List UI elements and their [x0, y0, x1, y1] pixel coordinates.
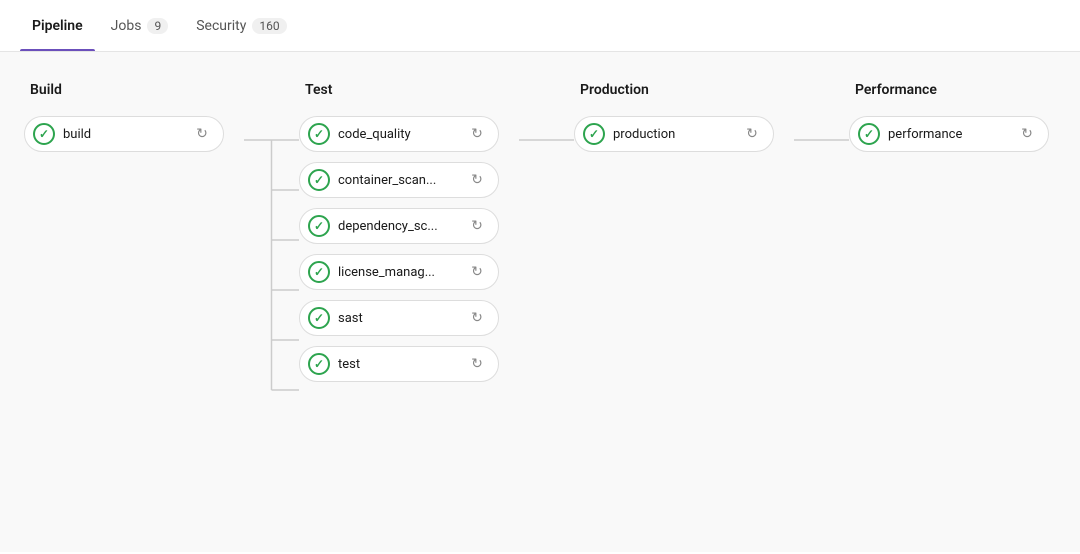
stage-performance: Performance performance ↻	[849, 82, 1069, 162]
connector-svg-build	[244, 82, 299, 430]
job-pill-sast-job[interactable]: sast ↻	[299, 300, 499, 336]
connector-test	[519, 82, 574, 430]
stages-container: Buildbuild↻Testcode_quality↻container_sc…	[24, 82, 1069, 430]
pipeline-canvas: Buildbuild↻Testcode_quality↻container_sc…	[0, 52, 1080, 552]
job-name-container-scan-job: container_scan...	[338, 173, 460, 188]
retry-icon-sast-job[interactable]: ↻	[468, 309, 486, 327]
check-icon-performance-job	[858, 123, 880, 145]
job-pill-license-manag-job[interactable]: license_manag... ↻	[299, 254, 499, 290]
stage-title-performance: Performance	[849, 82, 1069, 98]
check-icon-code-quality-job	[308, 123, 330, 145]
job-name-test-job: test	[338, 357, 460, 372]
tab-security[interactable]: Security 160	[184, 0, 298, 51]
job-pill-build-job[interactable]: build ↻	[24, 116, 224, 152]
job-pill-code-quality-job[interactable]: code_quality ↻	[299, 116, 499, 152]
nav-tabs: Pipeline Jobs 9 Security 160	[0, 0, 1080, 52]
check-icon-sast-job	[308, 307, 330, 329]
retry-icon-production-job[interactable]: ↻	[743, 125, 761, 143]
tab-pipeline[interactable]: Pipeline	[20, 0, 95, 51]
retry-icon-code-quality-job[interactable]: ↻	[468, 125, 486, 143]
check-icon-container-scan-job	[308, 169, 330, 191]
check-icon-dependency-sc-job	[308, 215, 330, 237]
job-name-license-manag-job: license_manag...	[338, 265, 460, 280]
security-badge: 160	[252, 18, 286, 34]
job-name-dependency-sc-job: dependency_sc...	[338, 219, 460, 234]
retry-icon-test-job[interactable]: ↻	[468, 355, 486, 373]
connector-build	[244, 82, 299, 430]
connector-production	[794, 82, 849, 180]
job-pill-production-job[interactable]: production ↻	[574, 116, 774, 152]
pipeline-stages: Buildbuild↻Testcode_quality↻container_sc…	[24, 82, 1056, 430]
retry-icon-container-scan-job[interactable]: ↻	[468, 171, 486, 189]
stage-title-build: Build	[24, 82, 244, 98]
stage-test: Testcode_quality↻container_scan...↻depen…	[299, 82, 519, 392]
check-icon-build-job	[33, 123, 55, 145]
check-icon-production-job	[583, 123, 605, 145]
tab-jobs[interactable]: Jobs 9	[99, 0, 181, 51]
retry-icon-dependency-sc-job[interactable]: ↻	[468, 217, 486, 235]
stage-title-test: Test	[299, 82, 519, 98]
connector-svg-production	[794, 82, 849, 180]
connector-svg-test	[519, 82, 574, 430]
tab-pipeline-label: Pipeline	[32, 18, 83, 34]
job-name-code-quality-job: code_quality	[338, 127, 460, 142]
job-pill-dependency-sc-job[interactable]: dependency_sc... ↻	[299, 208, 499, 244]
jobs-badge: 9	[147, 18, 168, 34]
retry-icon-license-manag-job[interactable]: ↻	[468, 263, 486, 281]
retry-icon-build-job[interactable]: ↻	[193, 125, 211, 143]
check-icon-license-manag-job	[308, 261, 330, 283]
tab-security-label: Security	[196, 18, 246, 34]
retry-icon-performance-job[interactable]: ↻	[1018, 125, 1036, 143]
job-name-build-job: build	[63, 127, 185, 142]
stage-title-production: Production	[574, 82, 794, 98]
job-name-production-job: production	[613, 127, 735, 142]
job-pill-container-scan-job[interactable]: container_scan... ↻	[299, 162, 499, 198]
check-icon-test-job	[308, 353, 330, 375]
job-pill-test-job[interactable]: test ↻	[299, 346, 499, 382]
job-name-performance-job: performance	[888, 127, 1010, 142]
job-name-sast-job: sast	[338, 311, 460, 326]
stage-build: Build build ↻	[24, 82, 244, 162]
stage-production: Production production ↻	[574, 82, 794, 162]
tab-jobs-label: Jobs	[111, 18, 142, 34]
job-pill-performance-job[interactable]: performance ↻	[849, 116, 1049, 152]
